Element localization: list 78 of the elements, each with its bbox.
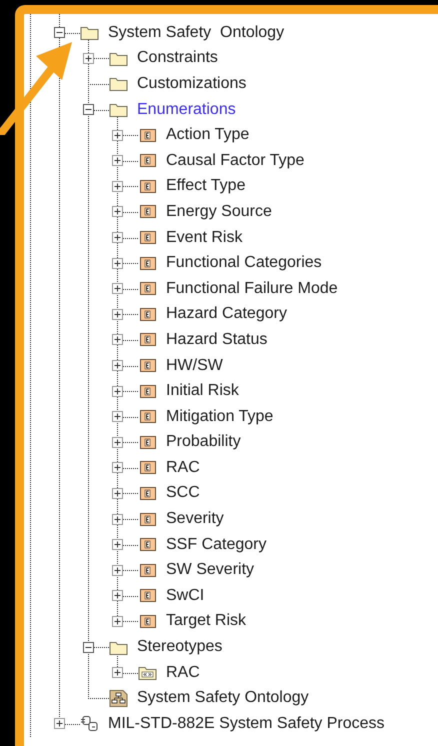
tree-item[interactable]: Hazard Category — [166, 305, 287, 324]
expand-toggle[interactable] — [112, 232, 123, 244]
expand-toggle[interactable] — [112, 539, 123, 550]
tree-item[interactable]: Initial Risk — [166, 382, 239, 400]
expand-toggle[interactable] — [112, 411, 123, 422]
expand-toggle[interactable] — [112, 180, 123, 192]
tree-item[interactable]: SSF Category — [166, 536, 266, 554]
tree-item[interactable]: RAC — [166, 664, 200, 682]
enumeration-icon — [138, 459, 157, 476]
expand-toggle[interactable] — [112, 360, 123, 372]
folder-icon — [109, 75, 128, 92]
tree-item[interactable]: Stereotypes — [137, 638, 222, 656]
expand-toggle[interactable] — [112, 206, 123, 218]
enumeration-icon — [138, 612, 157, 630]
tree-item[interactable]: RAC — [166, 458, 200, 477]
expand-toggle[interactable] — [112, 590, 123, 602]
expand-toggle[interactable] — [112, 462, 123, 474]
expand-toggle[interactable] — [54, 718, 65, 730]
tree-item[interactable]: Customizations — [137, 74, 246, 93]
folder-icon — [80, 24, 99, 42]
tree-item[interactable]: Hazard Status — [166, 330, 268, 349]
enumeration-icon — [138, 357, 157, 374]
enumeration-icon — [138, 178, 157, 195]
enumeration-icon — [138, 254, 157, 272]
tree-item[interactable]: Severity — [166, 510, 224, 528]
enumeration-icon — [138, 408, 157, 426]
tree-item[interactable]: Event Risk — [166, 228, 242, 247]
tree-item[interactable]: Functional Failure Mode — [166, 280, 338, 298]
expand-toggle[interactable] — [112, 514, 123, 525]
collapse-toggle[interactable] — [83, 104, 94, 116]
tree-item[interactable]: Target Risk — [166, 612, 246, 630]
tree-item[interactable]: SCC — [166, 484, 200, 502]
enumeration-icon — [138, 536, 157, 554]
enumeration-icon — [138, 203, 157, 220]
expand-toggle[interactable] — [112, 667, 123, 678]
tree-item[interactable]: System Safety Ontology — [108, 24, 284, 42]
tree-item[interactable]: SW Severity — [166, 561, 254, 580]
folder-icon — [109, 101, 128, 118]
enumeration-icon — [138, 510, 157, 528]
tree-item[interactable]: SwCI — [166, 586, 204, 605]
expand-toggle[interactable] — [112, 258, 123, 269]
enumeration-icon — [138, 434, 157, 451]
tree-item[interactable]: Causal Factor Type — [166, 152, 304, 170]
expand-toggle[interactable] — [112, 130, 123, 141]
tree-item[interactable]: Effect Type — [166, 177, 246, 196]
collapse-toggle[interactable] — [54, 27, 65, 38]
tree-item[interactable]: Constraints — [137, 49, 218, 68]
expand-toggle[interactable] — [112, 488, 123, 499]
tree-item[interactable]: Action Type — [166, 126, 250, 144]
tree-item[interactable]: Enumerations — [137, 100, 236, 119]
tree-item[interactable]: HW/SW — [166, 356, 223, 375]
expand-toggle[interactable] — [112, 436, 123, 448]
tree-item[interactable]: System Safety Ontology — [137, 689, 309, 708]
expand-toggle[interactable] — [112, 283, 123, 294]
enumeration-icon — [138, 126, 157, 144]
collapse-toggle[interactable] — [83, 642, 94, 653]
tree-item[interactable]: Probability — [166, 433, 241, 452]
tree-item[interactable]: Energy Source — [166, 202, 272, 221]
enumeration-icon — [138, 587, 157, 604]
enumeration-icon — [138, 306, 157, 323]
expand-toggle[interactable] — [112, 386, 123, 397]
enumeration-icon — [138, 280, 157, 298]
expand-toggle[interactable] — [83, 52, 94, 64]
enumeration-icon — [138, 562, 157, 579]
tree-item[interactable]: Functional Categories — [166, 254, 322, 272]
expand-toggle[interactable] — [112, 616, 123, 627]
tree-item[interactable]: MIL-STD-882E System Safety Process — [108, 714, 385, 733]
expand-toggle[interactable] — [112, 334, 123, 346]
tree-item[interactable]: Mitigation Type — [166, 408, 274, 426]
expand-toggle[interactable] — [112, 308, 123, 320]
enumeration-icon — [138, 152, 157, 170]
expand-toggle[interactable] — [112, 564, 123, 576]
model-icon — [80, 715, 99, 732]
enumeration-icon — [138, 331, 157, 348]
enumeration-icon — [138, 484, 157, 502]
expand-toggle[interactable] — [112, 155, 123, 166]
enumeration-icon — [138, 382, 157, 400]
enumeration-icon — [138, 229, 157, 246]
